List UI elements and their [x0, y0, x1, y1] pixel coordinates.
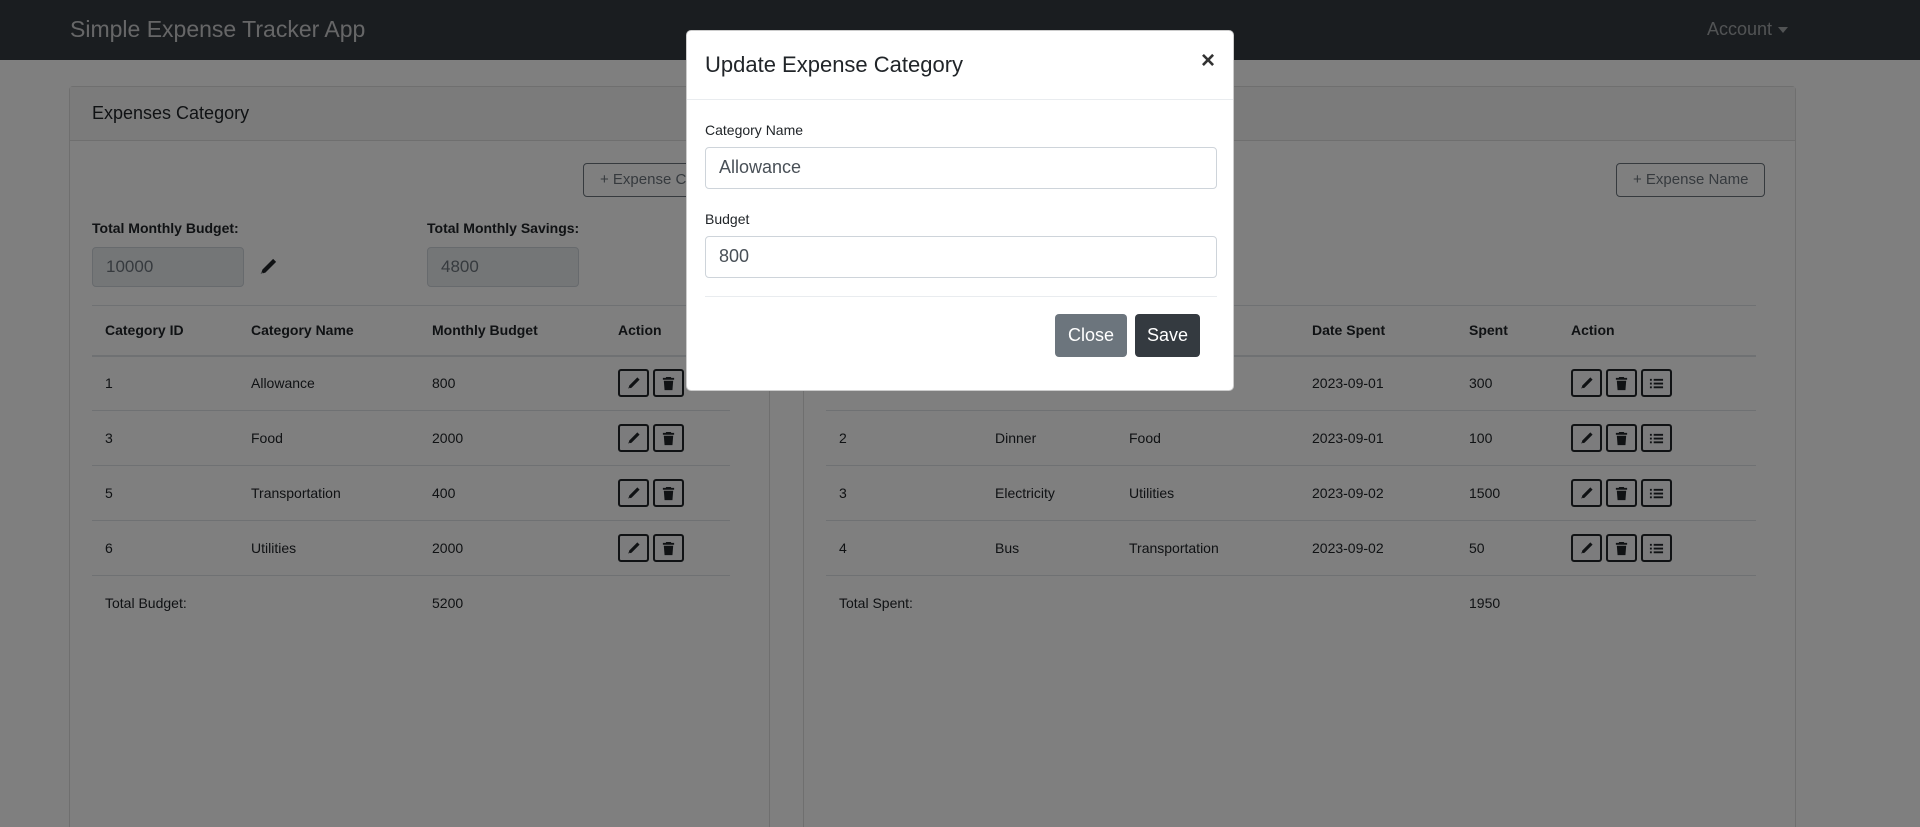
modal-title: Update Expense Category [705, 52, 964, 77]
close-button[interactable]: Close [1055, 314, 1127, 357]
save-button[interactable]: Save [1135, 314, 1200, 357]
modal-divider [705, 296, 1217, 297]
update-category-modal: Update Expense Category × Category Name … [686, 30, 1234, 391]
modal-header: Update Expense Category × [687, 31, 1233, 100]
budget-input[interactable]: 800 [705, 236, 1217, 278]
category-name-input[interactable]: Allowance [705, 147, 1217, 189]
category-name-label: Category Name [705, 122, 804, 138]
budget-label: Budget [705, 211, 750, 227]
close-icon[interactable]: × [1201, 49, 1215, 73]
